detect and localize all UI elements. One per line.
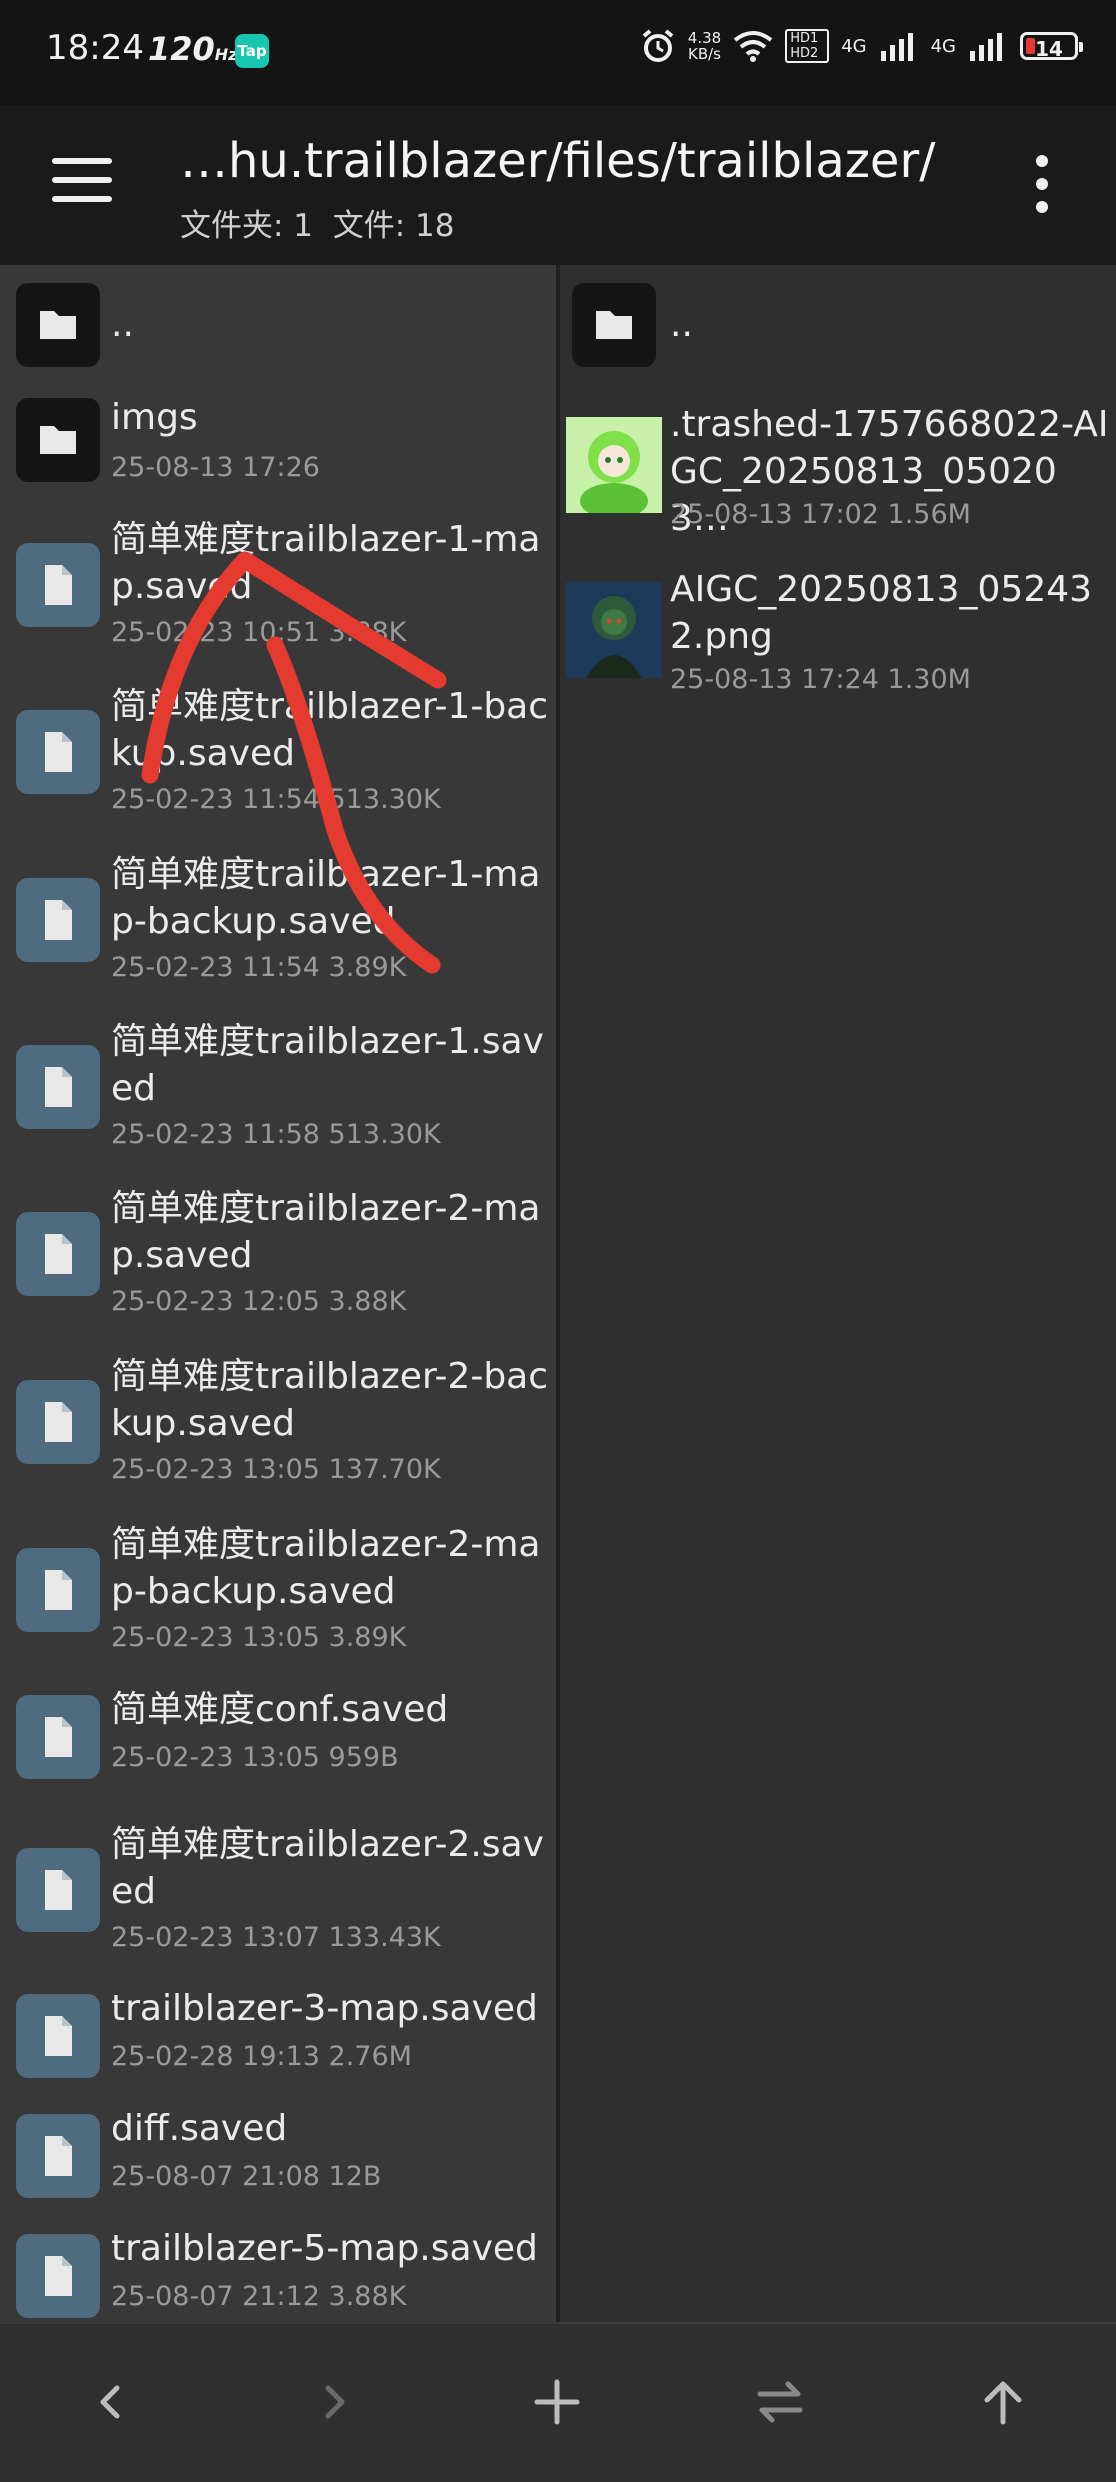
list-item[interactable]: trailblazer-3-map.saved 25-02-28 19:13 2… — [0, 1988, 556, 2099]
refresh-rate: 120Hz — [148, 30, 238, 68]
item-name: AIGC_20250813_052432.png — [670, 569, 1093, 657]
folder-icon — [572, 283, 656, 367]
item-meta: 25-02-23 13:07 133.43K — [111, 1922, 441, 1953]
left-file-pane[interactable]: .. imgs 25-08-13 17:26 简单难度trailblazer-1… — [0, 265, 556, 2322]
item-meta: 25-08-13 17:24 1.30M — [670, 664, 971, 695]
item-meta: 25-08-07 21:08 12B — [111, 2161, 382, 2192]
list-item[interactable]: imgs 25-08-13 17:26 — [0, 397, 556, 498]
file-icon — [16, 1848, 100, 1932]
bottom-navigation-bar — [0, 2322, 1116, 2482]
item-meta: 25-08-13 17:02 1.56M — [670, 499, 971, 530]
item-name: 简单难度conf.saved — [111, 1689, 449, 1730]
menu-icon[interactable] — [52, 158, 112, 202]
list-item[interactable]: 简单难度trailblazer-2-map.saved 25-02-23 12:… — [0, 1187, 556, 1337]
folder-icon — [16, 283, 100, 367]
list-item[interactable]: 简单难度conf.saved 25-02-23 13:05 959B — [0, 1689, 556, 1800]
item-name: 简单难度trailblazer-1-map.saved — [111, 519, 541, 607]
file-icon — [16, 710, 100, 794]
item-meta: 25-02-28 19:13 2.76M — [111, 2041, 412, 2072]
list-item[interactable]: 简单难度trailblazer-2-backup.saved 25-02-23 … — [0, 1355, 556, 1505]
file-icon — [16, 1045, 100, 1129]
alarm-icon — [642, 29, 674, 62]
item-name: 简单难度trailblazer-2-backup.saved — [111, 1356, 549, 1444]
file-icon — [16, 1380, 100, 1464]
file-icon — [16, 1994, 100, 2078]
item-meta: 25-02-23 13:05 959B — [111, 1742, 399, 1773]
more-options-icon[interactable] — [1030, 155, 1054, 219]
parent-directory-label: .. — [111, 304, 134, 345]
right-file-pane[interactable]: .. .trashed-1757668022-AIGC_20250813_050… — [560, 265, 1116, 2322]
item-meta: 25-02-23 11:54 3.89K — [111, 952, 407, 983]
item-name: trailblazer-5-map.saved — [111, 2228, 538, 2269]
net-speed: 4.38 KB/s — [687, 29, 722, 63]
parent-directory-row[interactable]: .. — [560, 283, 1116, 373]
battery-icon: 14 — [1020, 32, 1083, 61]
item-meta: 25-02-23 11:58 513.30K — [111, 1119, 441, 1150]
status-bar: 18:24 120Hz Tap 4.38 KB/s HD1 HD2 4G 4G 1… — [0, 0, 1116, 105]
wifi-icon — [733, 31, 773, 62]
signal-icon-2 — [970, 33, 1002, 61]
signal-icon — [880, 33, 913, 61]
parent-directory-row[interactable]: .. — [0, 283, 556, 373]
file-icon — [16, 1548, 100, 1632]
file-icon — [16, 1212, 100, 1296]
image-thumbnail — [566, 582, 662, 678]
path-title: …hu.trailblazer/files/trailblazer/ — [180, 133, 936, 189]
forward-icon[interactable] — [302, 2370, 366, 2434]
item-name: imgs — [111, 397, 198, 438]
item-name: 简单难度trailblazer-2.saved — [111, 1824, 544, 1912]
up-arrow-icon[interactable] — [971, 2370, 1035, 2434]
item-name: 简单难度trailblazer-2-map.saved — [111, 1188, 541, 1276]
item-meta: 25-02-23 11:54 513.30K — [111, 784, 441, 815]
list-item[interactable]: .trashed-1757668022-AIGC_20250813_050203… — [560, 404, 1116, 545]
item-name: trailblazer-3-map.saved — [111, 1988, 538, 2029]
add-icon[interactable] — [525, 2370, 589, 2434]
item-meta: 25-02-23 10:51 3.88K — [111, 617, 407, 648]
list-item[interactable]: 简单难度trailblazer-1-backup.saved 25-02-23 … — [0, 685, 556, 835]
status-indicators: 4.38 KB/s HD1 HD2 4G 4G 14 — [640, 28, 1083, 64]
list-item[interactable]: trailblazer-5-map.saved 25-08-07 21:12 3… — [0, 2228, 556, 2322]
item-name: 简单难度trailblazer-1-backup.saved — [111, 686, 549, 774]
hd-badge: HD1 HD2 — [785, 29, 830, 63]
folder-file-counts: 文件夹: 1 文件: 18 — [180, 208, 455, 244]
file-icon — [16, 2114, 100, 2198]
item-meta: 25-02-23 13:05 3.89K — [111, 1622, 407, 1653]
network-type-2: 4G — [930, 35, 956, 57]
list-item[interactable]: 简单难度trailblazer-1-map-backup.saved 25-02… — [0, 853, 556, 1003]
item-name: diff.saved — [111, 2108, 288, 2149]
item-meta: 25-08-13 17:26 — [111, 452, 320, 483]
item-meta: 25-02-23 12:05 3.88K — [111, 1286, 407, 1317]
tap-app-icon: Tap — [235, 34, 269, 68]
top-toolbar: …hu.trailblazer/files/trailblazer/ 文件夹: … — [0, 105, 1116, 265]
item-name: 简单难度trailblazer-1.saved — [111, 1021, 544, 1109]
file-icon — [16, 878, 100, 962]
item-meta: 25-02-23 13:05 137.70K — [111, 1454, 441, 1485]
parent-directory-label: .. — [670, 304, 693, 345]
list-item[interactable]: 简单难度trailblazer-1-map.saved 25-02-23 10:… — [0, 518, 556, 668]
file-icon — [16, 1695, 100, 1779]
image-thumbnail — [566, 417, 662, 519]
item-meta: 25-08-07 21:12 3.88K — [111, 2281, 407, 2312]
list-item[interactable]: diff.saved 25-08-07 21:08 12B — [0, 2108, 556, 2219]
back-icon[interactable] — [79, 2370, 143, 2434]
item-name: 简单难度trailblazer-2-map-backup.saved — [111, 1524, 541, 1612]
file-icon — [16, 543, 100, 627]
list-item[interactable]: AIGC_20250813_052432.png 25-08-13 17:24 … — [560, 569, 1116, 710]
network-type-1: 4G — [841, 35, 867, 57]
list-item[interactable]: 简单难度trailblazer-2.saved 25-02-23 13:07 1… — [0, 1823, 556, 1973]
file-icon — [16, 2234, 100, 2318]
status-time: 18:24 — [46, 28, 144, 68]
swap-icon[interactable] — [748, 2370, 812, 2434]
list-item[interactable]: 简单难度trailblazer-1.saved 25-02-23 11:58 5… — [0, 1020, 556, 1170]
item-name: 简单难度trailblazer-1-map-backup.saved — [111, 854, 541, 942]
folder-icon — [16, 398, 100, 482]
list-item[interactable]: 简单难度trailblazer-2-map-backup.saved 25-02… — [0, 1523, 556, 1673]
